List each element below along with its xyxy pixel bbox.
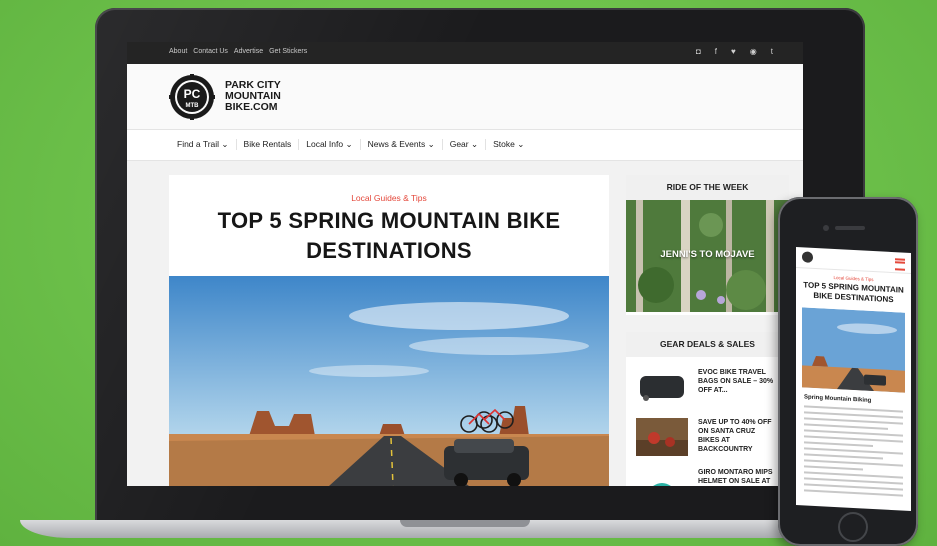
phone-screen: Local Guides & Tips TOP 5 SPRING MOUNTAI… (796, 247, 911, 512)
nav-local-info[interactable]: Local Info ⌄ (299, 139, 361, 150)
deal-item[interactable]: GIRO MONTARO MIPS HELMET ON SALE AT (636, 468, 778, 486)
helmet-thumbnail (636, 468, 688, 486)
deal-title[interactable]: SAVE UP TO 40% OFF ON SANTA CRUZ BIKES A… (698, 418, 778, 458)
topbar-link-contact[interactable]: Contact Us (193, 48, 228, 55)
logo-badge-bottom: MTB (186, 103, 200, 109)
bike-ride-thumbnail (636, 418, 688, 456)
phone-hero-image[interactable] (802, 307, 905, 393)
logo-line-3: BIKE.COM (225, 101, 278, 113)
phone-camera (823, 225, 829, 231)
nav-bike-rentals[interactable]: Bike Rentals (237, 139, 300, 150)
topbar-link-stickers[interactable]: Get Stickers (269, 48, 307, 55)
twitter-icon[interactable]: ♥ (731, 47, 736, 56)
deal-item[interactable]: EVOC BIKE TRAVEL BAGS ON SALE – 30% OFF … (636, 368, 778, 408)
ride-of-the-week-widget: RIDE OF THE WEEK JENNI'S TO MOJAVE (626, 175, 789, 315)
gear-widget-title: GEAR DEALS & SALES (626, 332, 789, 357)
topbar-link-advertise[interactable]: Advertise (234, 48, 263, 55)
logo-badge-top: PC (184, 87, 201, 101)
deal-title[interactable]: EVOC BIKE TRAVEL BAGS ON SALE – 30% OFF … (698, 368, 778, 408)
nav-news-events[interactable]: News & Events ⌄ (361, 139, 443, 150)
tumblr-icon[interactable]: t (771, 47, 773, 56)
main-nav: Find a Trail ⌄ Bike Rentals Local Info ⌄… (127, 129, 803, 161)
article-category[interactable]: Local Guides & Tips (169, 193, 609, 203)
phone-body-text (804, 405, 903, 500)
facebook-icon[interactable]: f (715, 47, 717, 56)
phone-article-title[interactable]: TOP 5 SPRING MOUNTAIN BIKE DESTINATIONS (802, 280, 905, 305)
social-links: ◘ f ♥ ◉ t (696, 47, 773, 56)
topbar-link-about[interactable]: About (169, 48, 187, 55)
site-header: PC MTB PARK CITY MOUNTAIN BIKE.COM (127, 64, 803, 129)
deal-title[interactable]: GIRO MONTARO MIPS HELMET ON SALE AT (698, 468, 778, 486)
phone-subtitle: Spring Mountain Biking (804, 394, 872, 404)
phone-logo-icon[interactable] (802, 251, 813, 263)
hamburger-menu-icon[interactable] (895, 258, 905, 271)
laptop-screen: About Contact Us Advertise Get Stickers … (127, 42, 803, 486)
topbar-links: About Contact Us Advertise Get Stickers (169, 48, 307, 55)
laptop-notch (400, 520, 530, 527)
site-topbar: About Contact Us Advertise Get Stickers … (127, 42, 803, 64)
deal-item[interactable]: SAVE UP TO 40% OFF ON SANTA CRUZ BIKES A… (636, 418, 778, 458)
phone-home-button[interactable] (838, 512, 868, 542)
article-hero-image[interactable] (169, 276, 609, 486)
gear-deals-widget: GEAR DEALS & SALES EVOC BIKE TRAVEL BAGS… (626, 332, 789, 486)
phone-speaker (835, 226, 865, 230)
nav-gear[interactable]: Gear ⌄ (443, 139, 487, 150)
site-logo-icon[interactable]: PC MTB (169, 74, 215, 120)
bike-bag-thumbnail (636, 368, 688, 406)
article-card: Local Guides & Tips TOP 5 SPRING MOUNTAI… (169, 175, 609, 486)
nav-find-a-trail[interactable]: Find a Trail ⌄ (171, 139, 237, 150)
article-title[interactable]: TOP 5 SPRING MOUNTAIN BIKE DESTINATIONS (189, 206, 589, 266)
logo-wordmark[interactable]: PARK CITY MOUNTAIN BIKE.COM (225, 80, 281, 113)
ride-widget-title: RIDE OF THE WEEK (626, 175, 789, 200)
instagram-icon[interactable]: ◘ (696, 47, 701, 56)
pinterest-icon[interactable]: ◉ (750, 47, 757, 56)
nav-stoke[interactable]: Stoke ⌄ (486, 139, 531, 150)
ride-caption[interactable]: JENNI'S TO MOJAVE (626, 249, 789, 260)
